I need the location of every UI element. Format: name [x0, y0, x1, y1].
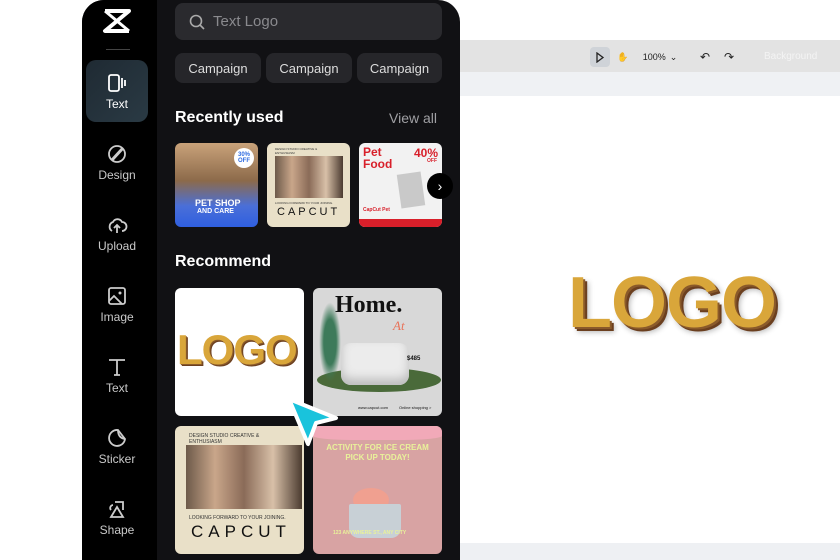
recently-used-heading: Recently used: [175, 109, 284, 126]
product-bag: [396, 171, 426, 209]
template-logo-text: LOGO: [177, 326, 298, 373]
template-tagline: LOOKING FORWARD TO YOUR JOINING.: [275, 201, 334, 205]
template-footer: www.capcut.com: [358, 405, 389, 410]
rail-label: Shape: [99, 522, 135, 537]
pointer-tool-button[interactable]: [590, 47, 610, 67]
canvas-logo-text[interactable]: LOGO: [568, 262, 777, 344]
rail-label: Upload: [97, 238, 137, 253]
template-title: Pet Food: [363, 145, 393, 171]
nav-rail: Text Design Upload Image Text Sticker Sh…: [82, 0, 157, 560]
pointer-icon: [596, 51, 605, 63]
background-button[interactable]: Background: [764, 51, 817, 62]
rail-item-text-templates[interactable]: Text: [86, 60, 148, 122]
rail-item-design[interactable]: Design: [86, 131, 148, 193]
rail-label: Sticker: [98, 451, 136, 466]
rail-label: Design: [98, 167, 136, 182]
editor-bottom-bar: [440, 543, 840, 560]
template-footer: Online shopping >: [399, 405, 432, 410]
text-template-icon: [108, 73, 126, 92]
discount-badge: 30% OFF: [234, 148, 254, 168]
template-title: PET SHOP: [195, 198, 241, 208]
template-capcut-studio[interactable]: DESIGN STUDIO CREATIVE & ENTHUSIASM LOOK…: [267, 143, 350, 227]
search-placeholder: Text Logo: [213, 13, 279, 30]
sticker-icon: [108, 428, 126, 447]
template-subtitle: AND CARE: [197, 208, 234, 215]
rail-item-image[interactable]: Image: [86, 273, 148, 335]
rail-item-shape[interactable]: Shape: [86, 486, 148, 548]
undo-icon: ↶: [699, 50, 711, 64]
template-price: $485: [407, 356, 421, 362]
rail-item-upload[interactable]: Upload: [86, 202, 148, 264]
template-footer: CapCut Pet: [363, 207, 390, 213]
shape-icon: [109, 500, 125, 518]
template-title: Home.: [335, 292, 403, 318]
side-panel: Text Design Upload Image Text Sticker Sh…: [82, 0, 460, 560]
text-t-icon: [109, 358, 125, 376]
armchair: [341, 343, 409, 385]
undo-button[interactable]: ↶: [696, 47, 714, 67]
rail-label: Image: [100, 309, 134, 324]
template-script: At: [393, 318, 405, 333]
template-footer: 123 ANYWHERE ST., ANY CITY: [333, 530, 407, 536]
chevron-right-icon: ›: [437, 178, 443, 194]
view-all-link[interactable]: View all: [389, 110, 437, 126]
rail-label: Text: [105, 380, 128, 395]
design-brush-icon: [108, 144, 126, 163]
template-photo: [275, 156, 343, 198]
template-photo: [186, 445, 302, 509]
hand-tool-button[interactable]: ✋: [613, 47, 633, 67]
chevron-down-icon: ⌄: [669, 51, 678, 62]
template-pet-shop[interactable]: 30% OFF PET SHOP AND CARE: [175, 143, 258, 227]
hand-icon: ✋: [617, 51, 629, 62]
discount-sub: OFF: [427, 158, 437, 164]
redo-button[interactable]: ↷: [720, 47, 738, 67]
redo-icon: ↷: [723, 50, 735, 64]
template-heading: DESIGN STUDIO CREATIVE & ENTHUSIASM: [189, 433, 260, 445]
chip-campaign[interactable]: Campaign: [266, 53, 352, 83]
zoom-select[interactable]: 100% ⌄: [640, 47, 680, 67]
rail-item-sticker[interactable]: Sticker: [86, 415, 148, 477]
template-tagline: LOOKING FORWARD TO YOUR JOINING.: [189, 515, 286, 521]
search-icon: [189, 14, 205, 30]
chip-campaign[interactable]: Campaign: [357, 53, 442, 83]
carousel-next-button[interactable]: ›: [427, 173, 453, 199]
rail-divider: [106, 49, 130, 50]
template-brand: CAPCUT: [191, 522, 291, 541]
cloud-upload-icon: [108, 217, 128, 233]
mouse-cursor-icon: [287, 397, 338, 446]
recommend-heading: Recommend: [175, 253, 272, 270]
rail-label: Text: [105, 96, 128, 111]
rail-item-text[interactable]: Text: [86, 344, 148, 406]
image-icon: [108, 286, 126, 305]
template-heading: DESIGN STUDIO CREATIVE & ENTHUSIASM: [275, 147, 318, 155]
search-input[interactable]: Text Logo: [175, 3, 442, 40]
capcut-logo-icon: [103, 9, 131, 33]
chip-campaign[interactable]: Campaign: [175, 53, 261, 83]
zoom-value: 100%: [642, 52, 666, 62]
editor-strip: [440, 72, 840, 96]
template-brand: CAPCUT: [277, 206, 341, 218]
